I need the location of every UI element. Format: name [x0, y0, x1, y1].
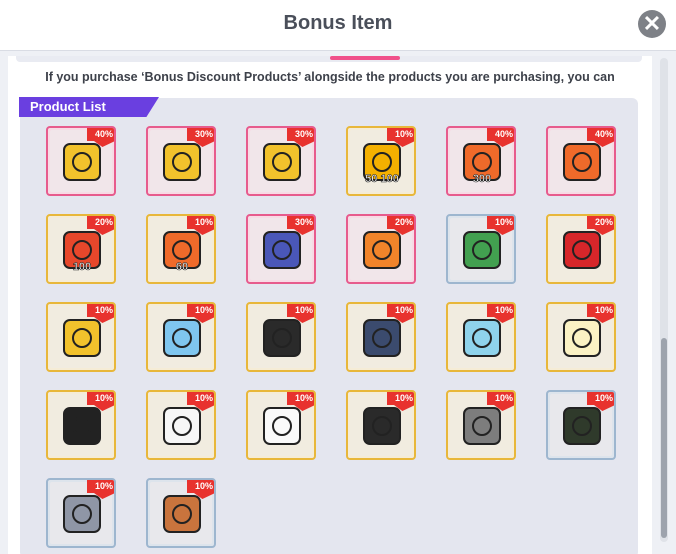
cream-dress-icon [563, 319, 601, 357]
white-hoodie-icon [163, 407, 201, 445]
product-quantity-label: 50 100 [365, 173, 399, 185]
gift-box-z-icon [163, 143, 201, 181]
character-cat-icon [163, 495, 201, 533]
scrollbar[interactable] [660, 58, 668, 542]
character-elephant-icon [63, 495, 101, 533]
product-item[interactable]: 40% [546, 126, 616, 196]
gift-100-icon: 100 [63, 231, 101, 273]
product-item[interactable]: 10% [346, 390, 416, 460]
product-quantity-label: 100 [73, 261, 91, 273]
product-item[interactable]: 30% [146, 126, 216, 196]
product-item[interactable]: 300 40% [446, 126, 516, 196]
product-item[interactable]: 10% [146, 390, 216, 460]
bonus-item-dialog: Bonus Item ✕ If you purchase ‘Bonus Disc… [0, 0, 676, 554]
dialog-header: Bonus Item ✕ [0, 0, 676, 51]
product-list-label: Product List [19, 97, 159, 117]
product-item[interactable]: 100 20% [46, 214, 116, 284]
scroll-area[interactable]: If you purchase ‘Bonus Discount Products… [8, 56, 652, 554]
product-item[interactable]: 50 100 10% [346, 126, 416, 196]
product-item[interactable]: 20% [546, 214, 616, 284]
product-quantity-label: 60 [176, 261, 188, 273]
black-outfit-icon [63, 407, 101, 445]
product-item[interactable]: 10% [146, 302, 216, 372]
product-item[interactable]: 10% [346, 302, 416, 372]
product-item[interactable]: 10% [546, 390, 616, 460]
product-item[interactable]: 10% [546, 302, 616, 372]
product-item[interactable]: 10% [46, 390, 116, 460]
product-item[interactable]: 10% [446, 214, 516, 284]
black-swimsuit-icon [263, 319, 301, 357]
product-item[interactable]: 10% [246, 302, 316, 372]
notice-text: If you purchase ‘Bonus Discount Products… [45, 70, 615, 84]
cash-box-icon [463, 231, 501, 269]
product-item[interactable]: 40% [46, 126, 116, 196]
product-item[interactable]: 10% [246, 390, 316, 460]
product-item[interactable]: 10% [46, 302, 116, 372]
product-item[interactable]: 30% [246, 126, 316, 196]
gift-box-v-icon [63, 143, 101, 181]
yellow-box-icon [63, 319, 101, 357]
red-box-icon [563, 231, 601, 269]
product-item[interactable]: 60 10% [146, 214, 216, 284]
character-cap-icon [563, 407, 601, 445]
banner-accent [330, 56, 400, 60]
product-item[interactable]: 30% [246, 214, 316, 284]
card-icon [563, 143, 601, 181]
bag-orange-icon [363, 231, 401, 269]
scrollbar-thumb[interactable] [661, 338, 667, 538]
gift-box-n-icon [263, 143, 301, 181]
dialog-title: Bonus Item [283, 12, 393, 34]
gray-swimsuit-icon [463, 407, 501, 445]
product-quantity-label: 300 [473, 173, 491, 185]
white-swimsuit-icon [263, 407, 301, 445]
winged-cards-icon: 50 100 [363, 143, 401, 185]
product-item[interactable]: 10% [46, 478, 116, 548]
overalls-icon [363, 319, 401, 357]
bag-blue-icon [263, 231, 301, 269]
product-item[interactable]: 20% [346, 214, 416, 284]
product-item[interactable]: 10% [146, 478, 216, 548]
close-icon: ✕ [642, 11, 662, 36]
blue-tee-icon [463, 319, 501, 357]
card-300-icon: 300 [463, 143, 501, 185]
blue-jacket-icon [163, 319, 201, 357]
banner-strip [16, 56, 642, 62]
black-swimsuit2-icon [363, 407, 401, 445]
product-item[interactable]: 10% [446, 302, 516, 372]
card-60-icon: 60 [163, 231, 201, 273]
close-button[interactable]: ✕ [638, 10, 666, 38]
product-item[interactable]: 10% [446, 390, 516, 460]
